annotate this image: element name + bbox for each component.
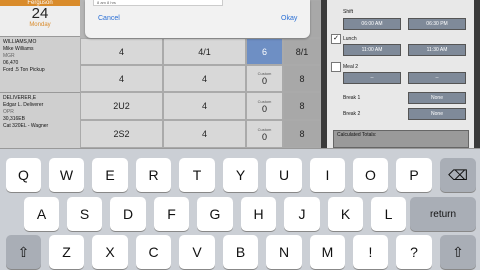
hours-cell[interactable]: 8/1 — [283, 38, 321, 65]
backspace-key[interactable]: ⌫ — [440, 158, 476, 192]
shift-icon: ⇧ — [452, 243, 464, 260]
key-d[interactable]: D — [110, 197, 146, 231]
key-i[interactable]: I — [310, 158, 345, 192]
return-key[interactable]: return — [410, 197, 476, 231]
cell-value: 6 — [261, 46, 267, 57]
employee-row[interactable]: WILLIAMS,MO Mike Williams MGR 06,470 For… — [0, 36, 80, 92]
onscreen-keyboard: Q W E R T Y U I O P ⌫ A S D F G H J K L … — [0, 148, 480, 270]
employee-name: Mike Williams — [3, 46, 34, 52]
shift-label: Shift — [343, 9, 354, 15]
custom-hours-cell[interactable]: Custom 0 — [246, 65, 283, 92]
lunch-label: Lunch — [343, 36, 357, 42]
shift-panel: Shift 06:00 AM 06:30 PM ✓ Lunch 11:00 AM… — [321, 0, 480, 148]
backspace-icon: ⌫ — [448, 166, 468, 183]
date-header: Ferguson 24 Monday — [0, 0, 80, 36]
meal2-start-button[interactable]: -- — [343, 72, 401, 84]
key-e[interactable]: E — [92, 158, 128, 192]
day-number: 24 — [31, 5, 49, 22]
key-h[interactable]: H — [241, 197, 276, 231]
hours-cell[interactable]: 8 — [283, 120, 321, 148]
cell-value: 0 — [261, 131, 267, 142]
hours-cell[interactable]: 4 — [163, 92, 246, 120]
cancel-button[interactable]: Cancel — [98, 15, 120, 22]
key-j[interactable]: J — [284, 197, 320, 231]
key-x[interactable]: X — [92, 235, 128, 269]
cell-value: 0 — [261, 103, 267, 114]
hours-cell[interactable]: 4 — [80, 38, 163, 65]
key-f[interactable]: F — [154, 197, 189, 231]
key-o[interactable]: O — [353, 158, 388, 192]
key-r[interactable]: R — [136, 158, 171, 192]
key-y[interactable]: Y — [223, 158, 258, 192]
weekday-label: Monday — [29, 22, 51, 28]
employee-row[interactable]: DELIVERER,E Edgar L. Deliverer OPR 30,31… — [0, 92, 80, 148]
meal2-checkbox[interactable] — [331, 62, 341, 72]
key-t[interactable]: T — [179, 158, 215, 192]
dialog-message[interactable]: 8 am 8 hrs — [93, 0, 223, 6]
shift-end-button[interactable]: 06:30 PM — [408, 18, 466, 30]
break2-button[interactable]: None — [408, 108, 466, 120]
lunch-checkbox[interactable]: ✓ — [331, 34, 341, 44]
key-q[interactable]: Q — [6, 158, 41, 192]
hours-cell[interactable]: 4 — [163, 65, 246, 92]
custom-hours-cell[interactable]: Custom 0 — [246, 120, 283, 148]
hours-cell[interactable]: 8 — [283, 92, 321, 120]
custom-hours-cell[interactable]: Custom 0 — [246, 92, 283, 120]
lunch-end-button[interactable]: 11:30 AM — [408, 44, 466, 56]
key-w[interactable]: W — [49, 158, 84, 192]
hours-cell[interactable]: 2S2 — [80, 120, 163, 148]
employee-name: Edgar L. Deliverer — [3, 102, 44, 108]
employee-code: DELIVERER,E — [3, 95, 37, 101]
hours-cell[interactable]: 8 — [283, 65, 321, 92]
time-dialog: 8 am 8 hrs Cancel Okay — [85, 0, 310, 38]
equipment-name: Cat 320EL - Wagner — [3, 123, 49, 129]
shift-panel-content: Shift 06:00 AM 06:30 PM ✓ Lunch 11:00 AM… — [327, 0, 474, 148]
shift-start-button[interactable]: 06:00 AM — [343, 18, 401, 30]
meal2-end-button[interactable]: -- — [408, 72, 466, 84]
cell-value: 0 — [261, 76, 267, 86]
key-n[interactable]: N — [266, 235, 302, 269]
break2-label: Break 2 — [343, 111, 361, 117]
key-l[interactable]: L — [371, 197, 406, 231]
hours-cell[interactable]: 4/1 — [163, 38, 246, 65]
key-k[interactable]: K — [328, 197, 363, 231]
shift-icon: ⇧ — [17, 243, 30, 260]
shift-key-right[interactable]: ⇧ — [440, 235, 476, 269]
key-v[interactable]: V — [179, 235, 215, 269]
employee-role: MGR — [3, 53, 15, 59]
employee-code: WILLIAMS,MO — [3, 39, 37, 45]
key-c[interactable]: C — [136, 235, 171, 269]
equipment-number: 30,316EB — [3, 116, 25, 122]
key-s[interactable]: S — [67, 197, 102, 231]
lunch-start-button[interactable]: 11:00 AM — [343, 44, 401, 56]
hours-cell[interactable]: 2U2 — [80, 92, 163, 120]
key-p[interactable]: P — [396, 158, 432, 192]
key-g[interactable]: G — [197, 197, 233, 231]
shift-key-left[interactable]: ⇧ — [6, 235, 41, 269]
hours-cell[interactable]: 4 — [80, 65, 163, 92]
key-z[interactable]: Z — [49, 235, 84, 269]
employee-role: OPR — [3, 109, 14, 115]
key-u[interactable]: U — [266, 158, 302, 192]
hours-cell[interactable]: 4 — [163, 120, 246, 148]
key-question[interactable]: ? — [396, 235, 432, 269]
break1-button[interactable]: None — [408, 92, 466, 104]
break1-label: Break 1 — [343, 95, 361, 101]
calculated-totals: Calculated Totals: — [333, 130, 469, 148]
key-a[interactable]: A — [24, 197, 59, 231]
selected-hours-cell[interactable]: 6 — [246, 38, 283, 65]
equipment-name: Ford .5 Ton Pickup — [3, 67, 45, 73]
key-exclamation[interactable]: ! — [353, 235, 388, 269]
okay-button[interactable]: Okay — [281, 15, 297, 22]
equipment-number: 06,470 — [3, 60, 19, 66]
key-b[interactable]: B — [223, 235, 258, 269]
meal2-label: Meal 2 — [343, 64, 359, 70]
key-m[interactable]: M — [310, 235, 345, 269]
